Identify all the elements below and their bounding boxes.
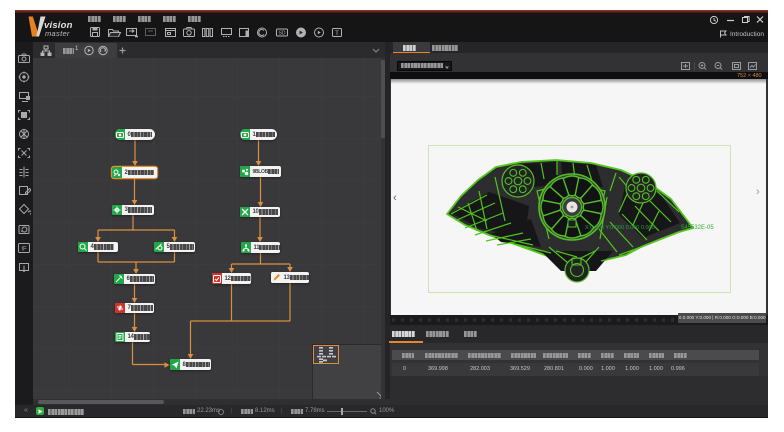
svg-text:SD: SD [279, 30, 286, 36]
svg-text:IF: IF [21, 247, 27, 253]
svg-text:X:0.000 Y:0.000 0.000 0.000: X:0.000 Y:0.000 0.000 0.000 [585, 225, 655, 231]
svg-text:T: T [335, 30, 339, 37]
svg-text:545532E-05: 545532E-05 [681, 225, 714, 231]
